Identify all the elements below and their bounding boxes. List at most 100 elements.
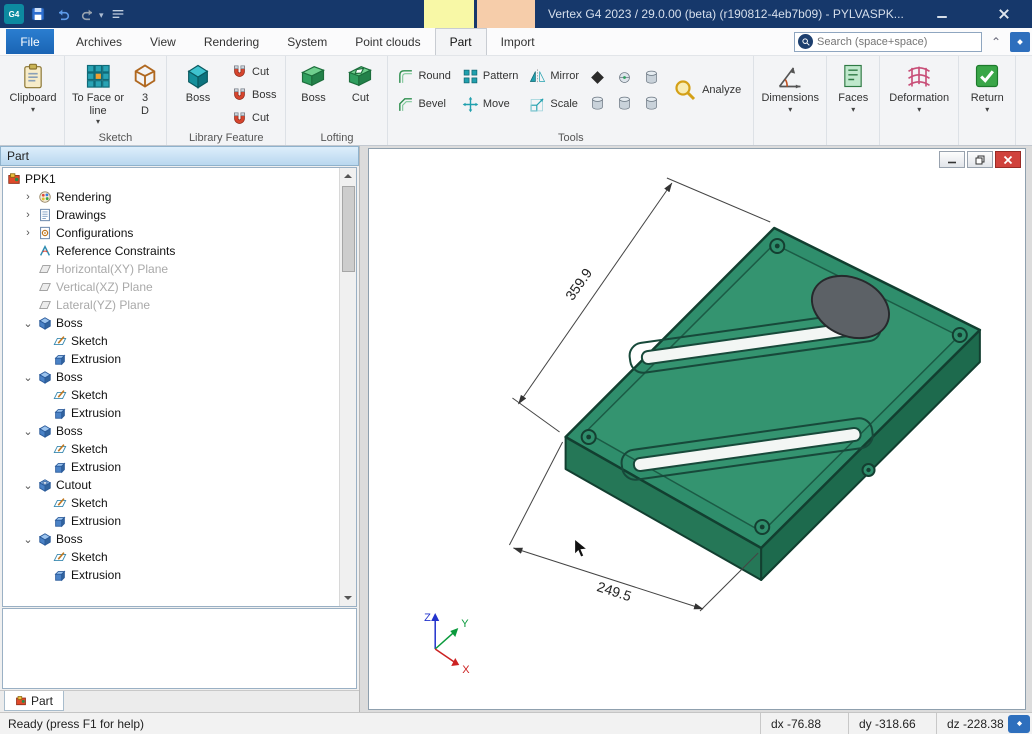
dimensions-button[interactable]: Dimensions <box>758 58 822 130</box>
3d-scene[interactable]: 359.9 249.5 Z Y <box>369 149 1025 709</box>
redo-button[interactable] <box>77 3 99 25</box>
tree-item-extrusion[interactable]: Extrusion <box>3 458 339 476</box>
sketch-3d-button[interactable]: 3 D <box>128 58 162 130</box>
viewport-close-button[interactable] <box>995 151 1021 168</box>
move-button[interactable]: Move <box>457 90 523 118</box>
move-icon <box>462 96 479 113</box>
tree-item-extrusion[interactable]: Extrusion <box>3 566 339 584</box>
collapse-ribbon-button[interactable] <box>988 35 1004 49</box>
tab-part[interactable]: Part <box>435 28 487 55</box>
expander-icon[interactable]: › <box>22 227 34 239</box>
tab-system[interactable]: System <box>273 28 341 55</box>
tree-item-extrusion[interactable]: Extrusion <box>3 350 339 368</box>
tree-item-sketch[interactable]: Sketch <box>3 386 339 404</box>
deformation-button[interactable]: Deformation <box>884 58 954 130</box>
cylinder-tool-button-1[interactable] <box>639 64 664 90</box>
tree-item-extrusion[interactable]: Extrusion <box>3 404 339 422</box>
tree-item-sketch[interactable]: Sketch <box>3 332 339 350</box>
chevron-down-icon <box>788 107 792 114</box>
analyze-button[interactable]: Analyze <box>665 58 749 122</box>
panel-tab-part[interactable]: Part <box>4 691 64 711</box>
round-button[interactable]: Round <box>392 62 455 90</box>
tree-item-boss[interactable]: ⌄Boss <box>3 422 339 440</box>
expander-icon[interactable]: ⌄ <box>22 533 34 546</box>
menu-tab-bar: File Archives View Rendering System Poin… <box>0 28 1032 56</box>
scrollbar-thumb[interactable] <box>342 186 355 272</box>
pin-icon <box>1014 718 1025 729</box>
tab-point-clouds[interactable]: Point clouds <box>341 28 434 55</box>
expander-icon[interactable]: › <box>22 191 34 203</box>
prism-cut-icon <box>346 62 374 90</box>
title-bar[interactable]: G4 Vertex G4 2023 / 29.0.00 (beta) (r190… <box>0 0 1032 28</box>
tree-item-lateral-yz-plane[interactable]: Lateral(YZ) Plane <box>3 296 339 314</box>
clipboard-button[interactable]: Clipboard <box>6 58 60 130</box>
tree-item-rendering[interactable]: ›Rendering <box>3 188 339 206</box>
tree-item-sketch[interactable]: Sketch <box>3 494 339 512</box>
cylinder-tool-button-2[interactable] <box>585 90 610 116</box>
ribbon-group-tools: Round Bevel Pattern Move Mirror Scale <box>388 56 754 145</box>
rendering-icon <box>38 190 52 204</box>
search-input[interactable] <box>817 36 978 48</box>
scroll-down-arrow[interactable] <box>340 590 357 606</box>
scale-button[interactable]: Scale <box>524 90 584 118</box>
mirror-button[interactable]: Mirror <box>524 62 584 90</box>
scroll-up-arrow[interactable] <box>340 168 357 184</box>
minimize-button[interactable] <box>922 0 962 28</box>
pattern-button[interactable]: Pattern <box>457 62 523 90</box>
viewport[interactable]: 359.9 249.5 Z Y <box>368 148 1026 710</box>
tree-item-cutout[interactable]: ⌄Cutout <box>3 476 339 494</box>
search-box[interactable] <box>794 32 982 52</box>
undo-button[interactable] <box>52 3 74 25</box>
axis-triad: Z Y X <box>424 612 470 676</box>
faces-button[interactable]: Faces <box>831 58 875 130</box>
expander-icon[interactable]: ⌄ <box>22 317 34 330</box>
tab-file[interactable]: File <box>6 29 54 54</box>
lofting-boss-button[interactable]: Boss <box>290 58 336 130</box>
save-button[interactable] <box>27 3 49 25</box>
tree-item-drawings[interactable]: ›Drawings <box>3 206 339 224</box>
tree-item-boss[interactable]: ⌄Boss <box>3 530 339 548</box>
model-enclosure[interactable] <box>566 228 980 580</box>
return-button[interactable]: Return <box>963 58 1011 130</box>
close-button[interactable] <box>984 0 1024 28</box>
tab-rendering[interactable]: Rendering <box>190 28 273 55</box>
sphere-tool-button[interactable] <box>612 64 637 90</box>
cylinder-tool-button-4[interactable] <box>639 90 664 116</box>
tab-import[interactable]: Import <box>487 28 549 55</box>
tree-item-reference-constraints[interactable]: Reference Constraints <box>3 242 339 260</box>
viewport-restore-button[interactable] <box>967 151 993 168</box>
viewport-minimize-button[interactable] <box>939 151 965 168</box>
ribbon-group-lofting: Boss Cut Lofting <box>286 56 388 145</box>
tree-scrollbar[interactable] <box>339 168 356 606</box>
expander-icon[interactable]: ⌄ <box>22 425 34 438</box>
tree-item-extrusion[interactable]: Extrusion <box>3 512 339 530</box>
library-boss-small-button[interactable]: Boss <box>226 83 281 106</box>
bevel-button[interactable]: Bevel <box>392 90 455 118</box>
lofting-cut-button[interactable]: Cut <box>337 58 383 130</box>
tab-view[interactable]: View <box>136 28 190 55</box>
expander-icon[interactable]: ⌄ <box>22 479 34 492</box>
measure-diamond-button[interactable] <box>585 64 610 90</box>
tree-item-configurations[interactable]: ›Configurations <box>3 224 339 242</box>
customize-toolbar-button[interactable] <box>107 3 129 25</box>
status-app-button[interactable] <box>1008 715 1030 733</box>
tree-item-boss[interactable]: ⌄Boss <box>3 368 339 386</box>
tree-item-ppk1[interactable]: PPK1 <box>3 170 339 188</box>
tab-archives[interactable]: Archives <box>62 28 136 55</box>
plane-icon <box>38 280 52 294</box>
tree-item-horizontal-xy-plane[interactable]: Horizontal(XY) Plane <box>3 260 339 278</box>
expander-icon[interactable]: › <box>22 209 34 221</box>
tree-item-boss[interactable]: ⌄Boss <box>3 314 339 332</box>
library-cut-button[interactable]: Cut <box>226 60 281 83</box>
cylinder-tool-button-3[interactable] <box>612 90 637 116</box>
library-cut-small-button[interactable]: Cut <box>226 107 281 130</box>
chevron-down-icon <box>917 107 921 114</box>
tree-item-sketch[interactable]: Sketch <box>3 440 339 458</box>
tree-item-sketch[interactable]: Sketch <box>3 548 339 566</box>
expander-icon[interactable]: ⌄ <box>22 371 34 384</box>
quick-access-dropdown[interactable] <box>99 7 104 21</box>
tree-item-vertical-xz-plane[interactable]: Vertical(XZ) Plane <box>3 278 339 296</box>
library-boss-button[interactable]: Boss <box>171 58 225 130</box>
to-face-or-line-button[interactable]: To Face or line <box>69 58 127 130</box>
ribbon-pin-button[interactable] <box>1010 32 1030 52</box>
